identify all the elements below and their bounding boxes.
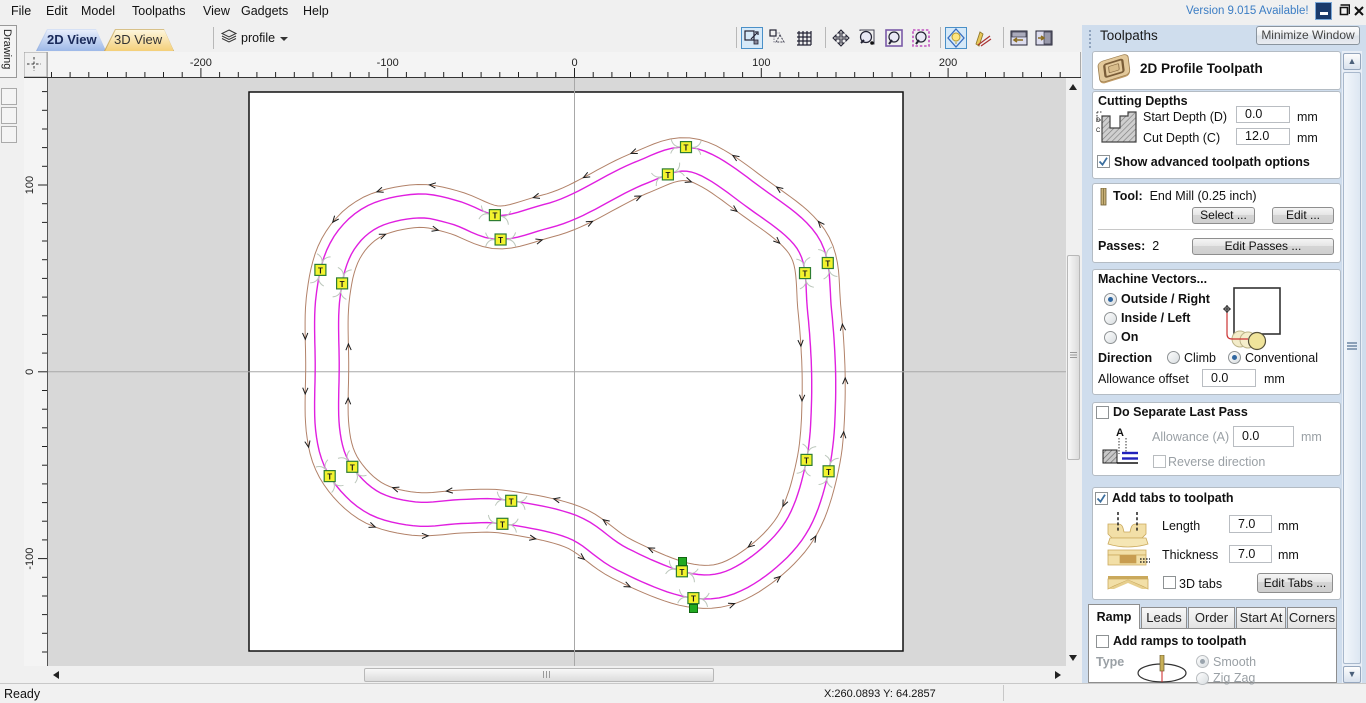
svg-text:T: T: [679, 568, 684, 577]
svg-text:T: T: [804, 457, 809, 466]
svg-text:T: T: [318, 267, 323, 276]
svg-text:T: T: [825, 260, 830, 269]
svg-text:T: T: [340, 280, 345, 289]
svg-text:T: T: [350, 463, 355, 472]
svg-text:D: D: [1096, 118, 1101, 124]
svg-text:0: 0: [571, 57, 577, 69]
svg-text:T: T: [492, 212, 497, 221]
svg-text:T: T: [665, 171, 670, 180]
svg-text:100: 100: [24, 176, 36, 194]
svg-text:T: T: [327, 473, 332, 482]
svg-text:200: 200: [939, 57, 957, 69]
svg-text:T: T: [826, 468, 831, 477]
svg-text:T: T: [498, 236, 503, 245]
svg-text:-100: -100: [24, 548, 36, 570]
svg-text:0: 0: [24, 369, 36, 375]
svg-text:-200: -200: [190, 57, 212, 69]
svg-text:T: T: [509, 497, 514, 506]
svg-text:T: T: [691, 595, 696, 604]
svg-text:T: T: [803, 270, 808, 279]
svg-text:T: T: [500, 520, 505, 529]
svg-text:-100: -100: [377, 57, 399, 69]
svg-text:A: A: [1116, 427, 1124, 439]
svg-text:100: 100: [752, 57, 770, 69]
svg-text:C: C: [1096, 128, 1101, 134]
svg-text:T: T: [684, 144, 689, 153]
